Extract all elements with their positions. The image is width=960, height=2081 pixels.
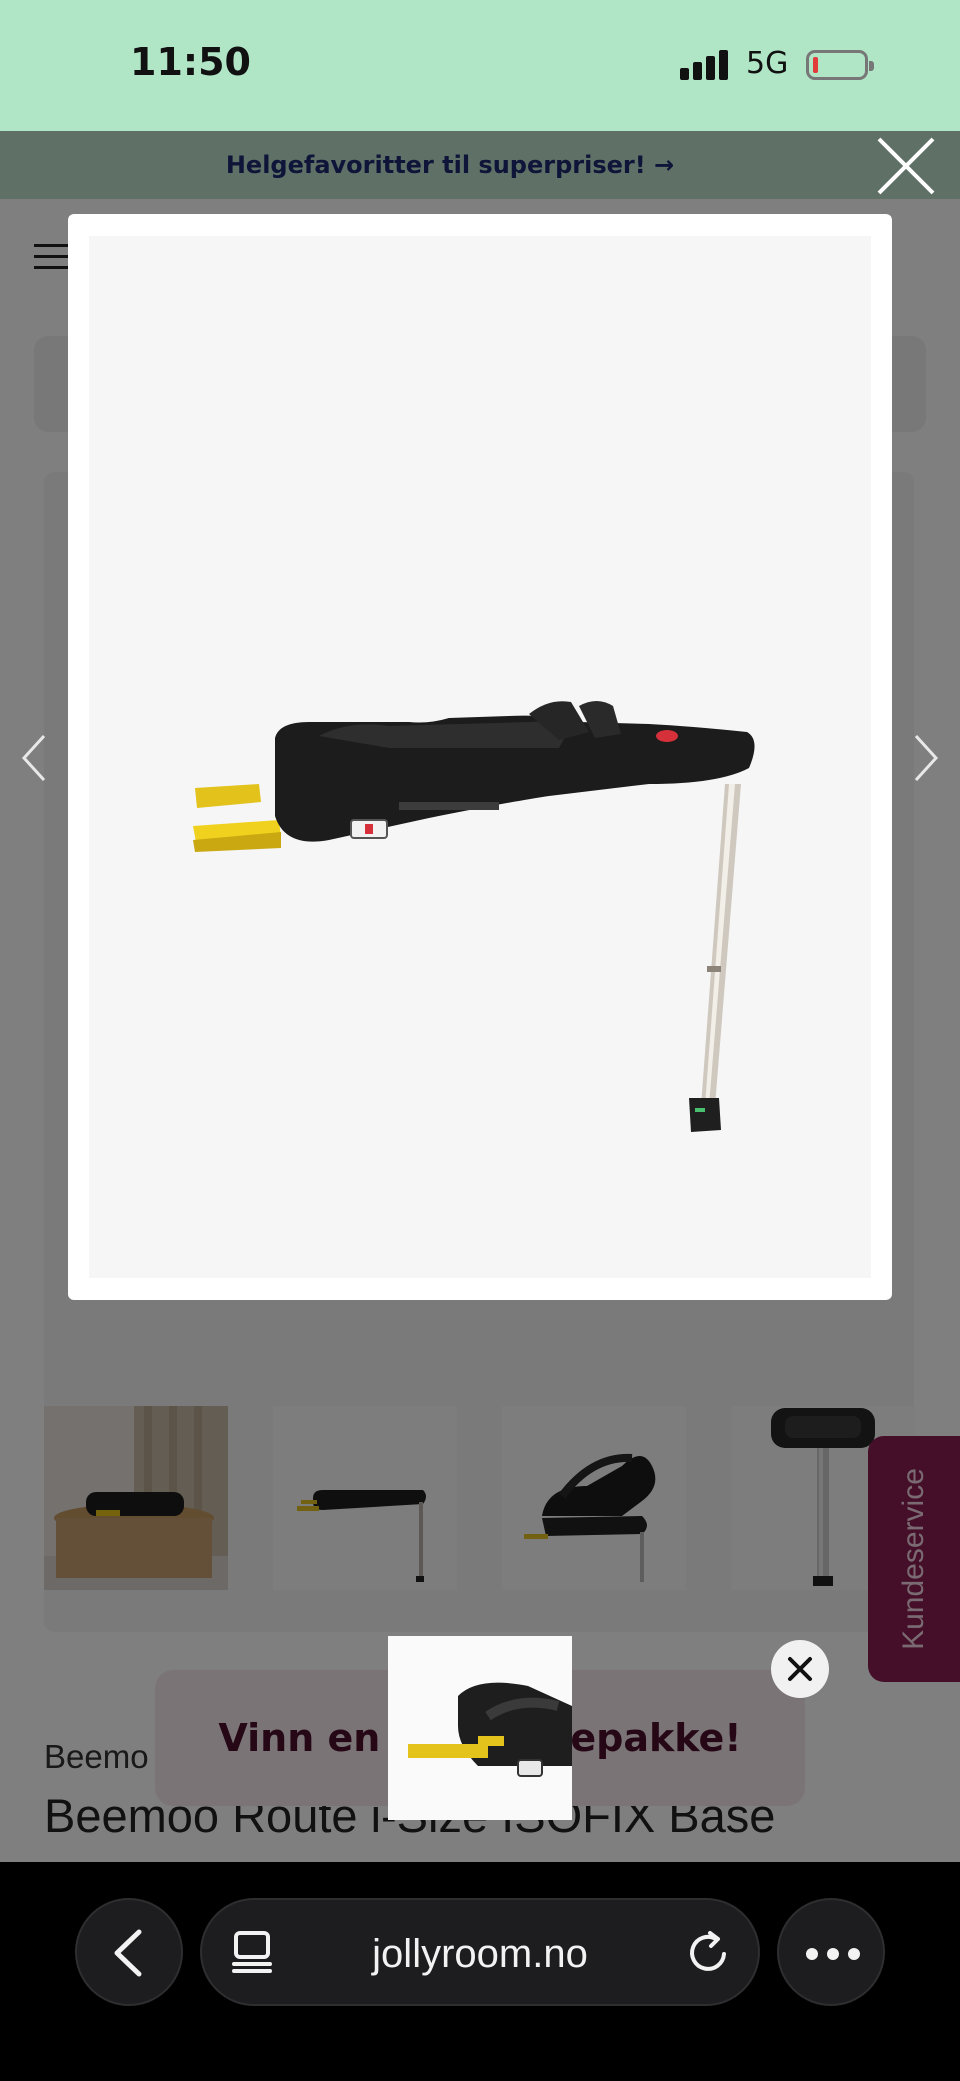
back-button[interactable] <box>75 1898 183 2006</box>
status-time: 11:50 <box>130 40 251 84</box>
close-icon <box>877 137 935 195</box>
toast-close-button[interactable] <box>771 1640 829 1698</box>
gallery-next-button[interactable] <box>906 730 946 786</box>
close-icon <box>788 1657 812 1681</box>
url-text[interactable]: jollyroom.no <box>202 1932 758 1977</box>
chevron-left-icon <box>21 734 46 782</box>
product-image-large[interactable] <box>89 236 871 1278</box>
image-modal <box>68 214 892 1300</box>
signal-icon <box>680 50 732 80</box>
toast-thumbnail <box>388 1636 572 1820</box>
back-icon <box>114 1929 142 1977</box>
modal-close-button[interactable] <box>873 133 939 199</box>
battery-icon <box>806 50 874 80</box>
status-bar: 11:50 5G <box>0 0 960 131</box>
reload-icon[interactable] <box>688 1930 732 1976</box>
address-bar[interactable]: jollyroom.no <box>200 1898 760 2006</box>
network-type: 5G <box>746 46 789 81</box>
gallery-prev-button[interactable] <box>14 730 54 786</box>
chevron-right-icon <box>914 734 939 782</box>
more-button[interactable] <box>777 1898 885 2006</box>
more-icon <box>806 1948 860 1960</box>
